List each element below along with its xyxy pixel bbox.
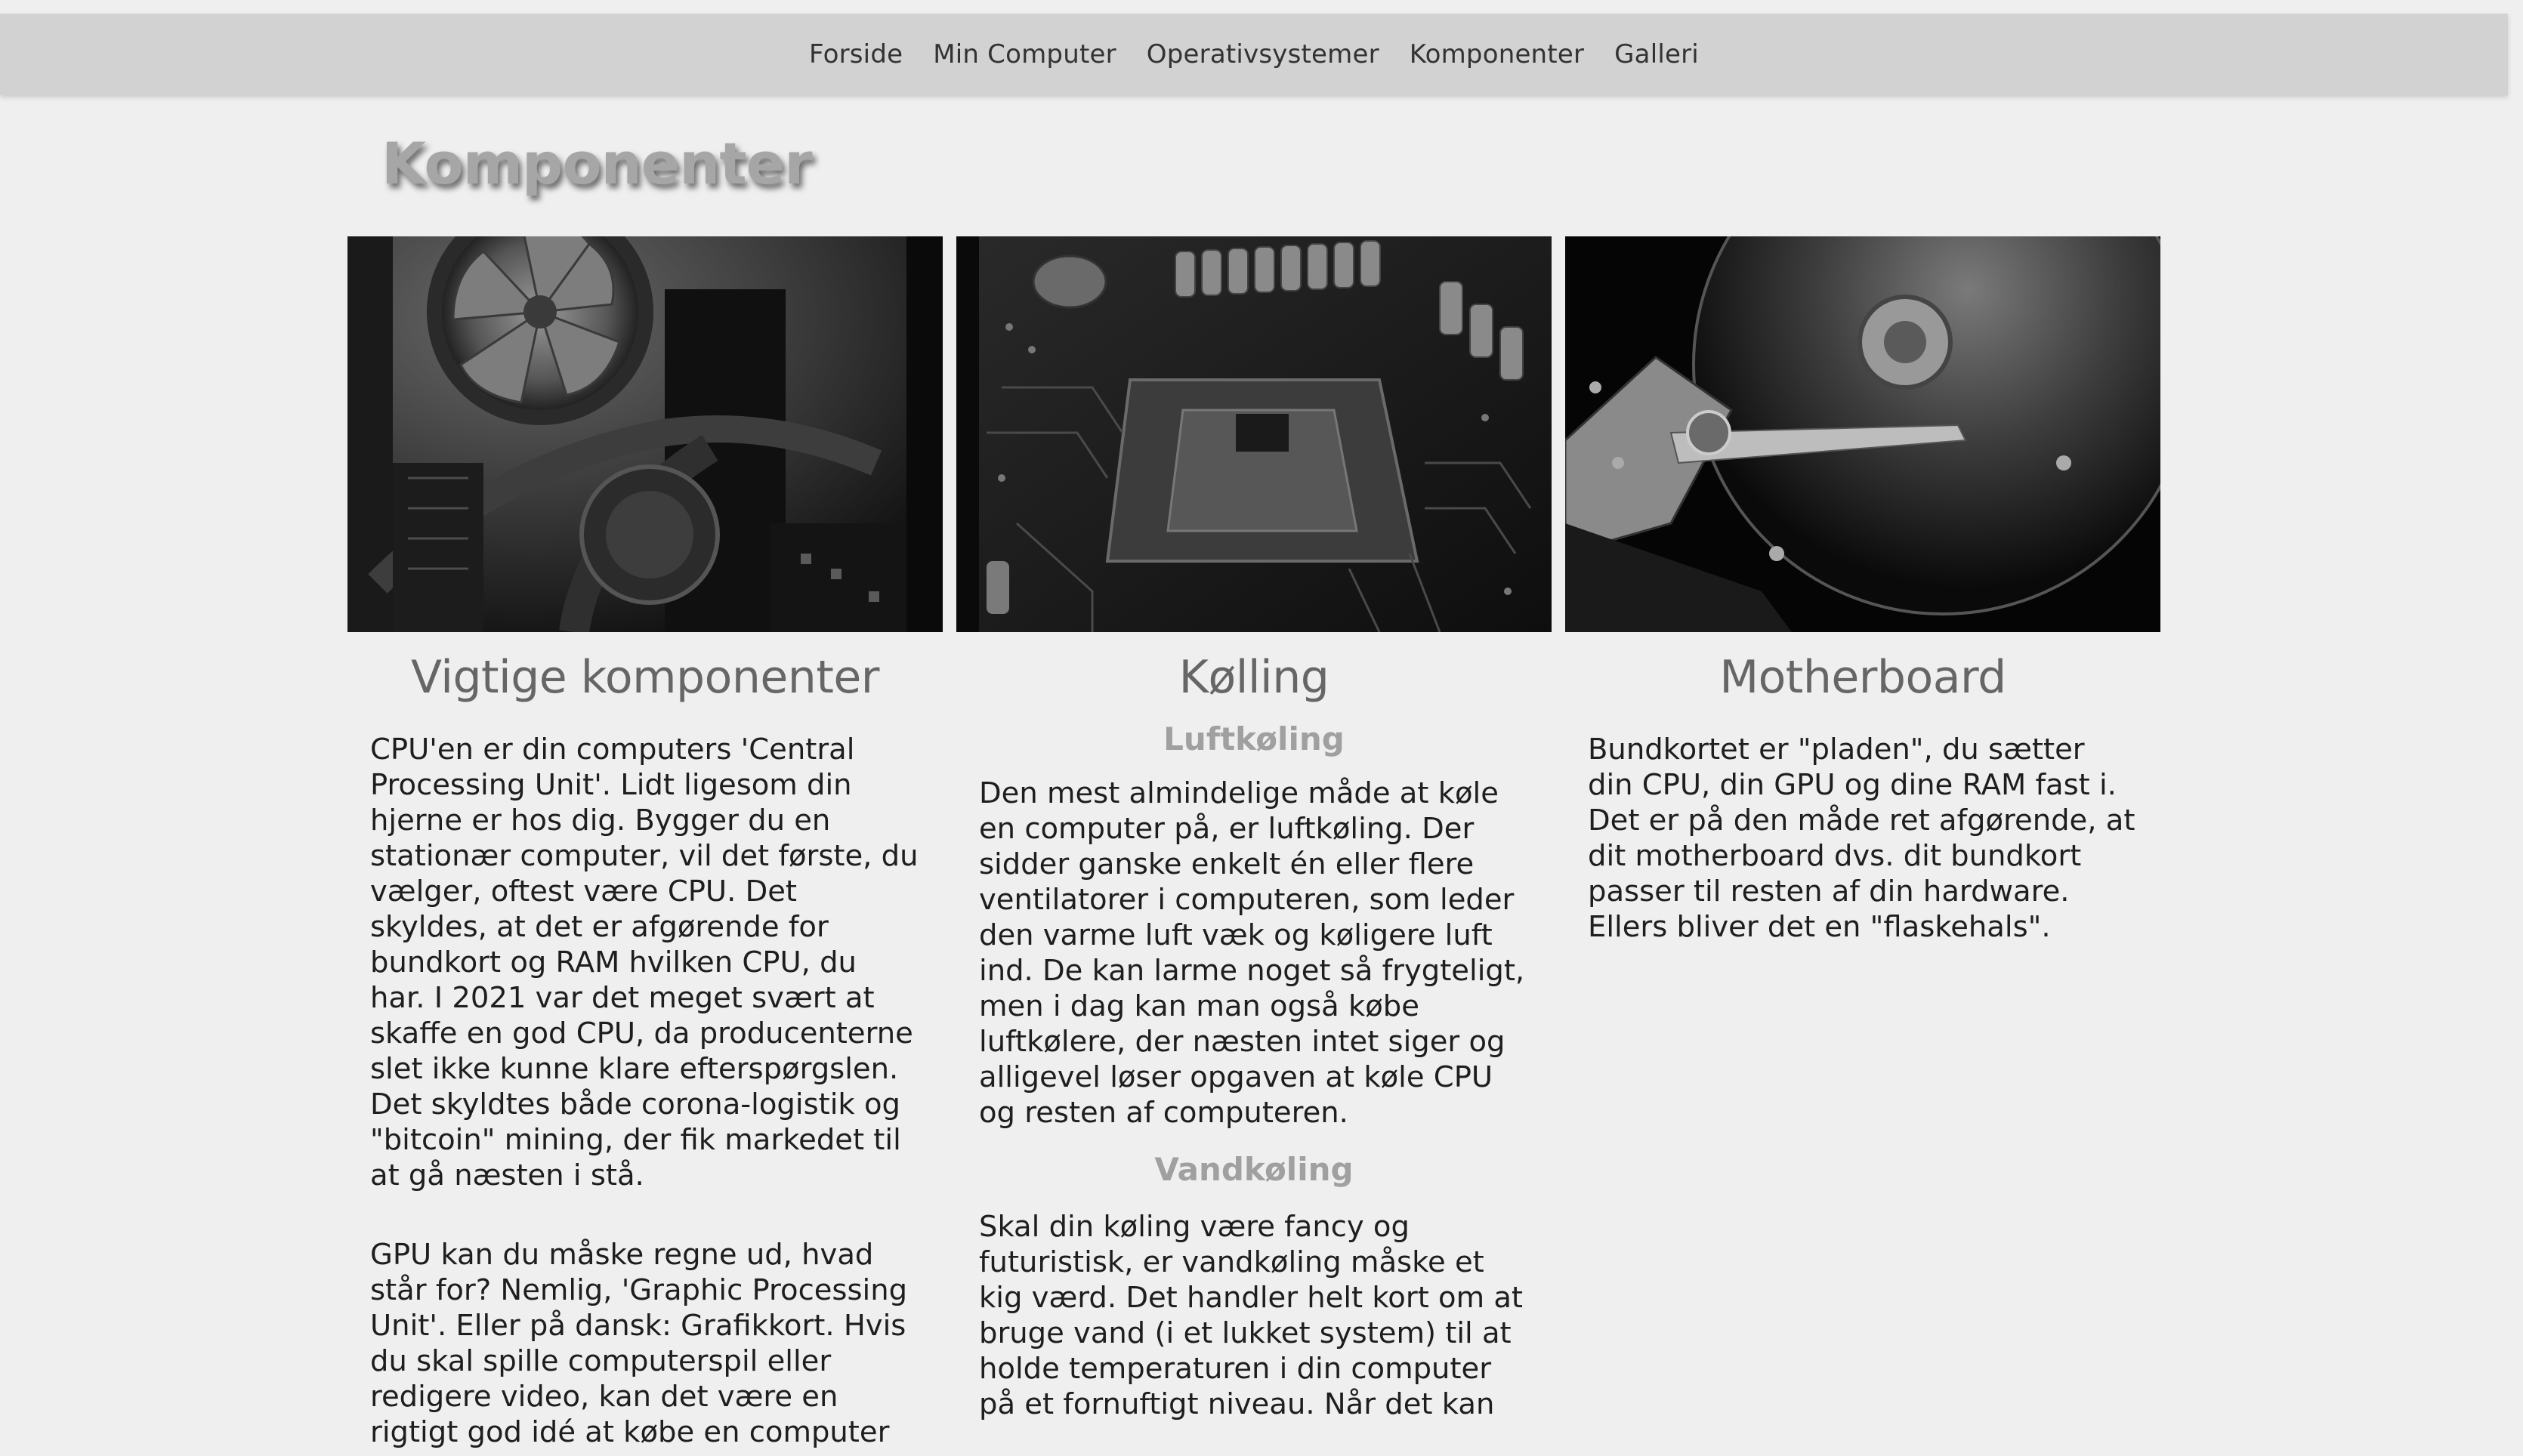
hard-drive-platter-photo bbox=[1565, 236, 2160, 632]
cpu-cooler-fan-photo bbox=[347, 236, 943, 632]
column-heading: Kølling bbox=[1178, 651, 1329, 704]
subheading-vandkoling: Vandkøling bbox=[1154, 1151, 1354, 1188]
page-scrollbar[interactable] bbox=[2511, 0, 2523, 1456]
nav-link-forside[interactable]: Forside bbox=[809, 39, 903, 69]
nav-link-komponenter[interactable]: Komponenter bbox=[1410, 39, 1584, 69]
cpu-paragraph: CPU'en er din computers 'Central Process… bbox=[370, 733, 919, 1192]
column-heading: Motherboard bbox=[1719, 651, 2006, 704]
column-heading: Vigtige komponenter bbox=[411, 651, 879, 704]
nav-link-min-computer[interactable]: Min Computer bbox=[933, 39, 1116, 69]
gpu-paragraph: GPU kan du måske regne ud, hvad står for… bbox=[370, 1238, 908, 1449]
nav-link-galleri[interactable]: Galleri bbox=[1614, 39, 1699, 69]
column-kolling: Kølling Luftkøling Den mest almindelige … bbox=[956, 236, 1552, 1422]
column-vigtige-komponenter: Vigtige komponenter CPU'en er din comput… bbox=[347, 236, 943, 1450]
column-motherboard: Motherboard Bundkortet er "pladen", du s… bbox=[1565, 236, 2160, 945]
vandkoling-paragraph: Skal din køling være fancy og futuristis… bbox=[979, 1210, 1524, 1421]
subheading-luftkoling: Luftkøling bbox=[1163, 720, 1345, 757]
luftkoling-paragraph: Den mest almindelige måde at køle en com… bbox=[979, 776, 1525, 1130]
motherboard-paragraph: Bundkortet er "pladen", du sætter din CP… bbox=[1588, 733, 2135, 944]
top-navigation-bar: Forside Min Computer Operativsystemer Ko… bbox=[0, 14, 2508, 95]
page-title: Komponenter bbox=[381, 130, 813, 197]
motherboard-socket-photo bbox=[956, 236, 1552, 632]
nav-link-operativsystemer[interactable]: Operativsystemer bbox=[1147, 39, 1379, 69]
